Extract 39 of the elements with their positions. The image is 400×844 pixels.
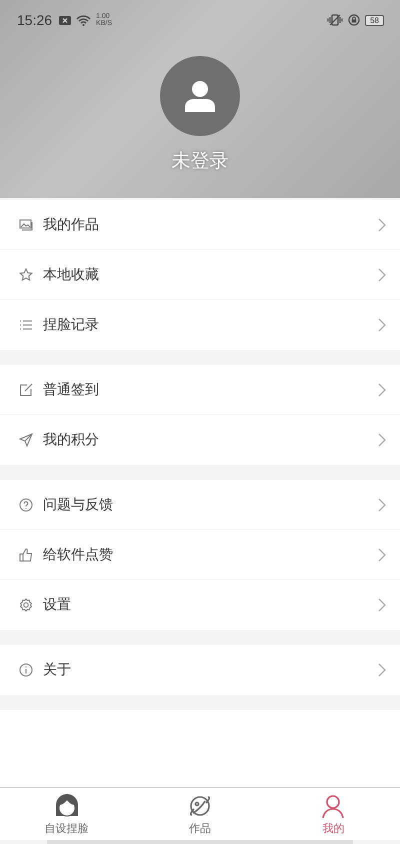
rotation-lock-icon bbox=[348, 14, 360, 26]
person-icon bbox=[320, 792, 346, 818]
info-icon bbox=[19, 663, 33, 677]
status-time: 15:26 bbox=[17, 12, 52, 28]
chevron-icon bbox=[378, 598, 386, 612]
star-icon bbox=[19, 268, 33, 282]
chevron-icon bbox=[378, 318, 386, 332]
menu-item[interactable]: 设置 bbox=[0, 580, 400, 630]
tab[interactable]: 作品 bbox=[133, 788, 267, 840]
edit-icon bbox=[19, 382, 33, 396]
wifi-icon bbox=[76, 14, 92, 26]
menu-item[interactable]: 问题与反馈 bbox=[0, 480, 400, 530]
battery-level: 58 bbox=[365, 14, 384, 26]
chevron-icon bbox=[378, 663, 386, 677]
menu-item[interactable]: 普通签到 bbox=[0, 365, 400, 415]
menu-item[interactable]: 捏脸记录 bbox=[0, 300, 400, 350]
chevron-icon bbox=[378, 382, 386, 396]
tab[interactable]: 我的 bbox=[266, 788, 400, 840]
chevron-icon bbox=[378, 498, 386, 512]
chevron-icon bbox=[378, 268, 386, 282]
notification-icon bbox=[59, 16, 72, 24]
settings-icon bbox=[19, 598, 33, 612]
girl-head-icon bbox=[54, 792, 80, 818]
tab[interactable]: 自设捏脸 bbox=[0, 788, 134, 840]
chevron-icon bbox=[378, 548, 386, 562]
help-icon bbox=[19, 498, 33, 512]
user-icon bbox=[182, 78, 218, 114]
thumbs-up-icon bbox=[19, 548, 33, 562]
menu-item[interactable]: 我的积分 bbox=[0, 415, 400, 465]
menu-item[interactable]: 我的作品 bbox=[0, 200, 400, 250]
menu-item[interactable]: 给软件点赞 bbox=[0, 530, 400, 580]
chevron-icon bbox=[378, 433, 386, 447]
chevron-icon bbox=[378, 218, 386, 232]
menu-item[interactable]: 本地收藏 bbox=[0, 250, 400, 300]
menu-item[interactable]: 关于 bbox=[0, 645, 400, 695]
list-icon bbox=[19, 318, 33, 332]
image-icon bbox=[19, 218, 33, 232]
send-icon bbox=[19, 433, 33, 447]
vibrate-icon bbox=[327, 14, 344, 26]
